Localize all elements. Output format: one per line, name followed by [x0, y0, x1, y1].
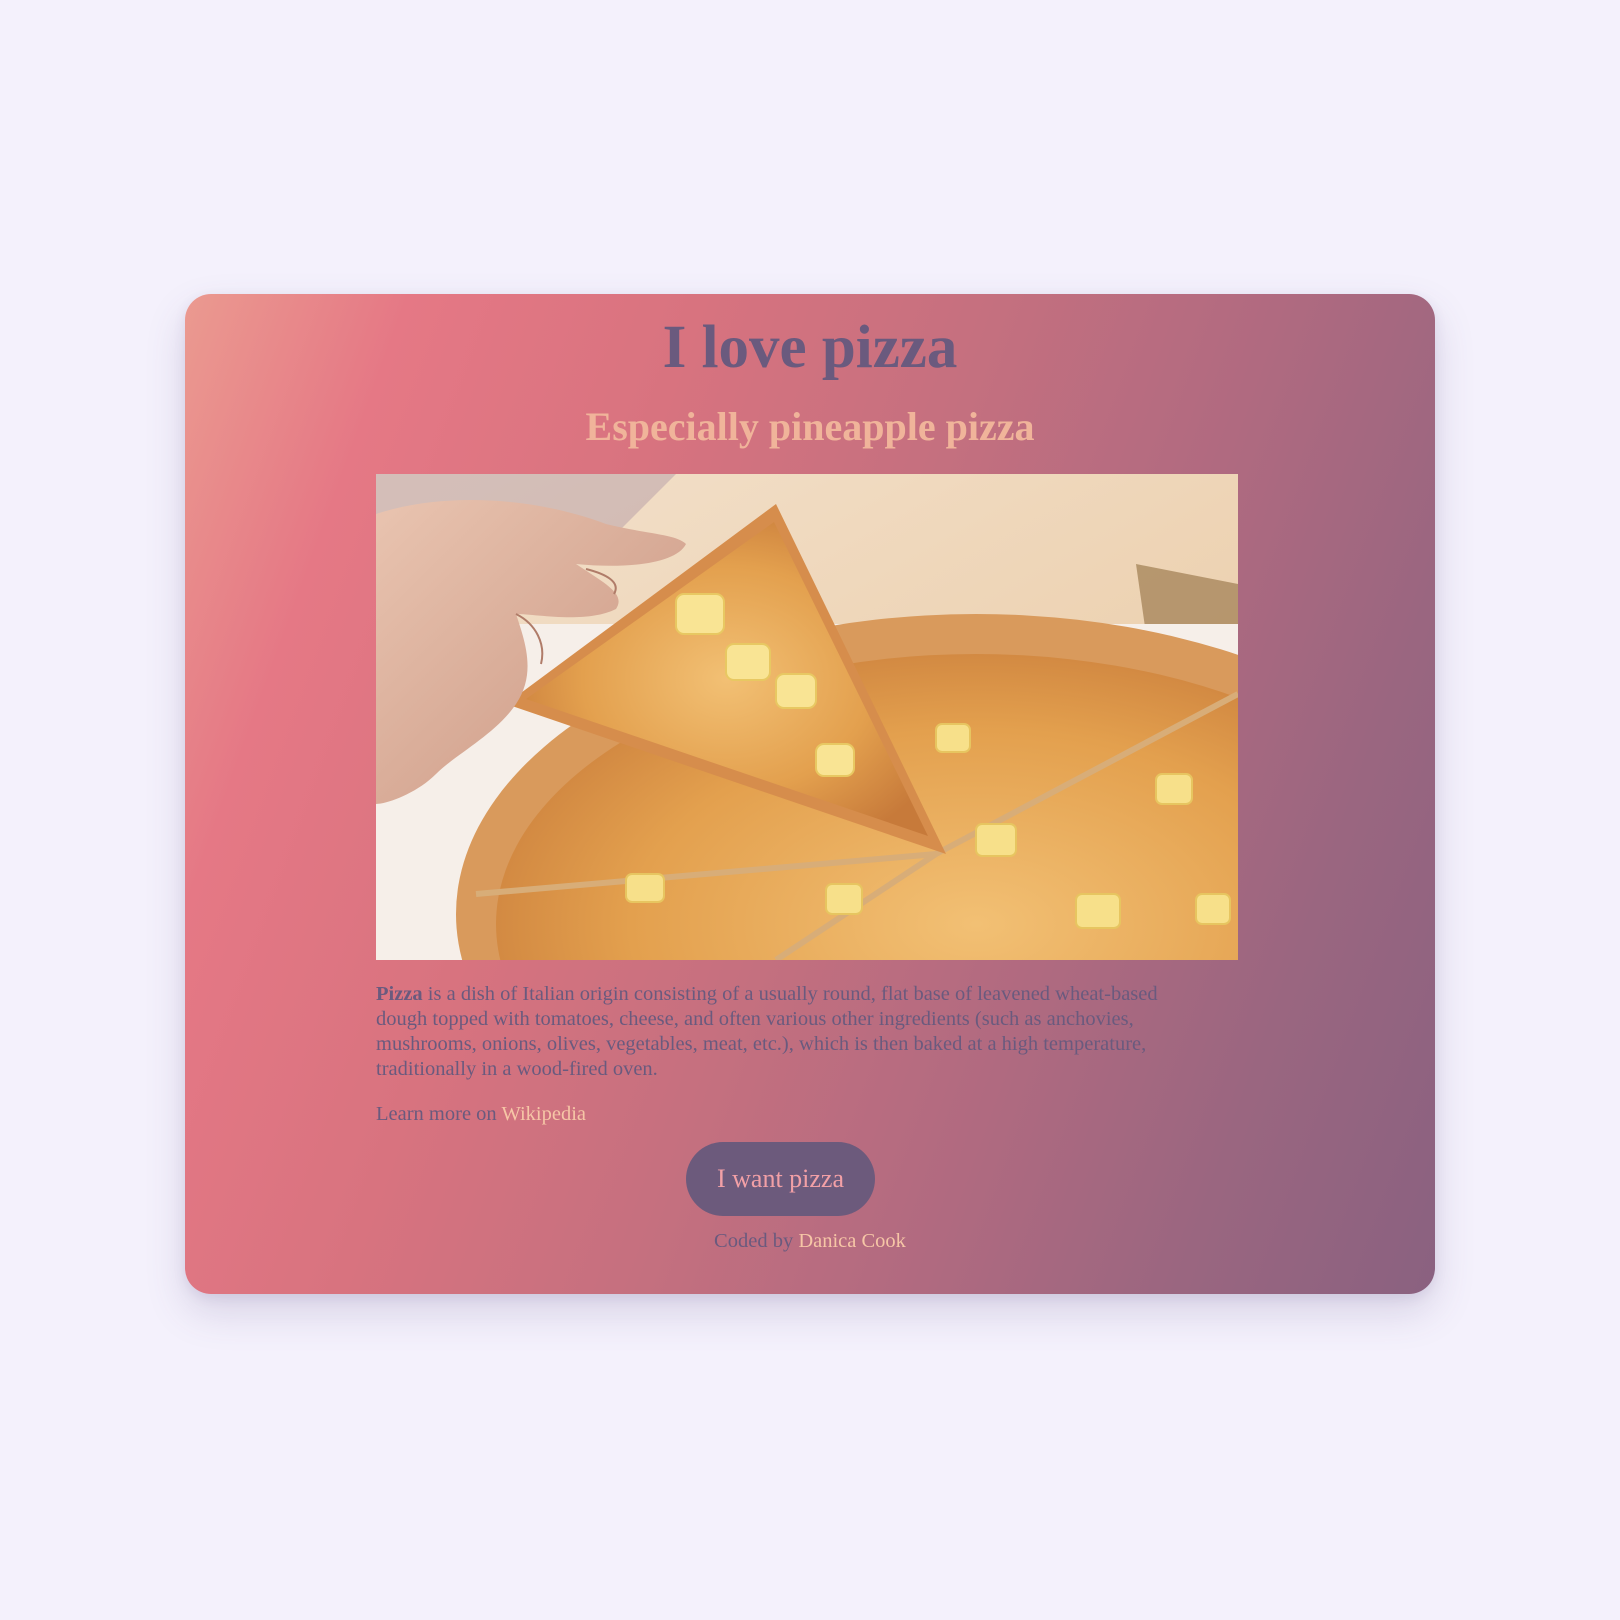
want-pizza-button[interactable]: I want pizza	[686, 1142, 875, 1216]
credit-prefix: Coded by	[714, 1230, 799, 1252]
pizza-card: I love pizza Especially pineapple pizza	[185, 294, 1435, 1294]
page-subtitle: Especially pineapple pizza	[585, 404, 1035, 449]
pizza-description: Pizza is a dish of Italian origin consis…	[376, 982, 1196, 1082]
learn-more: Learn more on Wikipedia	[376, 1102, 586, 1127]
author-link[interactable]: Danica Cook	[798, 1230, 906, 1252]
pizza-term: Pizza	[376, 983, 423, 1005]
credit: Coded by Danica Cook	[185, 1228, 1435, 1254]
wikipedia-link[interactable]: Wikipedia	[501, 1103, 586, 1125]
pizza-photo	[376, 474, 1238, 960]
page-title: I love pizza	[662, 314, 958, 381]
pizza-description-text: is a dish of Italian origin consisting o…	[376, 983, 1158, 1080]
learn-more-prefix: Learn more on	[376, 1103, 502, 1125]
